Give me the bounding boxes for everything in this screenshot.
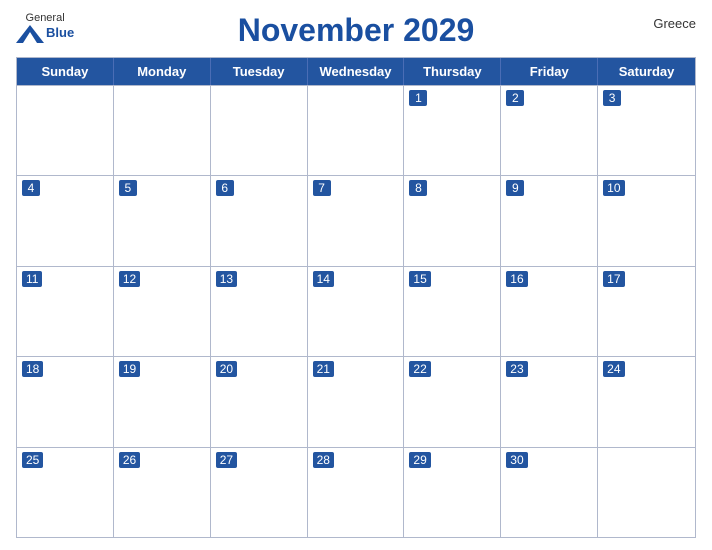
day-cell: 27 xyxy=(211,448,308,537)
calendar: SundayMondayTuesdayWednesdayThursdayFrid… xyxy=(16,57,696,538)
day-number: 7 xyxy=(313,180,331,196)
day-number: 11 xyxy=(22,271,42,287)
header: General Blue November 2029 Greece xyxy=(16,12,696,49)
day-cell xyxy=(17,86,114,175)
day-number: 5 xyxy=(119,180,137,196)
day-cell: 6 xyxy=(211,176,308,265)
day-number: 24 xyxy=(603,361,624,377)
day-cell: 29 xyxy=(404,448,501,537)
day-header-friday: Friday xyxy=(501,58,598,85)
day-number: 28 xyxy=(313,452,334,468)
weeks: 1234567891011121314151617181920212223242… xyxy=(17,85,695,537)
day-cell: 18 xyxy=(17,357,114,446)
day-cell xyxy=(114,86,211,175)
day-number: 3 xyxy=(603,90,621,106)
day-cell: 26 xyxy=(114,448,211,537)
day-number: 6 xyxy=(216,180,234,196)
day-cell: 8 xyxy=(404,176,501,265)
day-number: 27 xyxy=(216,452,237,468)
page: General Blue November 2029 Greece Sunday… xyxy=(0,0,712,550)
day-cell xyxy=(598,448,695,537)
logo-blue: Blue xyxy=(46,26,74,40)
day-cell: 7 xyxy=(308,176,405,265)
week-row-3: 11 12 13 14 15 16 17 xyxy=(17,266,695,356)
day-number: 16 xyxy=(506,271,527,287)
day-cell: 2 xyxy=(501,86,598,175)
day-cell: 1 xyxy=(404,86,501,175)
day-number: 15 xyxy=(409,271,430,287)
day-number: 21 xyxy=(313,361,334,377)
day-number: 4 xyxy=(22,180,40,196)
day-number: 2 xyxy=(506,90,524,106)
day-header-monday: Monday xyxy=(114,58,211,85)
day-cell: 23 xyxy=(501,357,598,446)
day-cell: 3 xyxy=(598,86,695,175)
day-cell: 21 xyxy=(308,357,405,446)
logo-icon xyxy=(16,25,44,43)
day-number: 10 xyxy=(603,180,624,196)
day-cell: 4 xyxy=(17,176,114,265)
day-number: 23 xyxy=(506,361,527,377)
day-number: 9 xyxy=(506,180,524,196)
day-cell: 11 xyxy=(17,267,114,356)
day-number: 30 xyxy=(506,452,527,468)
day-cell: 12 xyxy=(114,267,211,356)
day-number: 8 xyxy=(409,180,427,196)
day-cell: 16 xyxy=(501,267,598,356)
day-cell: 15 xyxy=(404,267,501,356)
day-cell: 10 xyxy=(598,176,695,265)
day-number: 20 xyxy=(216,361,237,377)
day-cell: 19 xyxy=(114,357,211,446)
day-number: 19 xyxy=(119,361,140,377)
day-number: 13 xyxy=(216,271,237,287)
logo-general: General xyxy=(26,12,65,24)
week-row-2: 4 5 6 7 8 9 10 xyxy=(17,175,695,265)
day-number: 14 xyxy=(313,271,334,287)
day-number: 1 xyxy=(409,90,427,106)
day-cell xyxy=(308,86,405,175)
day-number: 17 xyxy=(603,271,624,287)
day-cell: 17 xyxy=(598,267,695,356)
day-cell: 5 xyxy=(114,176,211,265)
month-title: November 2029 xyxy=(238,12,475,49)
day-cell: 22 xyxy=(404,357,501,446)
day-number: 29 xyxy=(409,452,430,468)
day-number: 22 xyxy=(409,361,430,377)
week-row-5: 25 26 27 28 29 30 xyxy=(17,447,695,537)
logo: General Blue xyxy=(16,12,74,43)
day-cell: 9 xyxy=(501,176,598,265)
day-number: 26 xyxy=(119,452,140,468)
day-header-tuesday: Tuesday xyxy=(211,58,308,85)
day-cell: 14 xyxy=(308,267,405,356)
day-cell: 28 xyxy=(308,448,405,537)
day-cell: 24 xyxy=(598,357,695,446)
country-label: Greece xyxy=(653,16,696,31)
day-cell: 13 xyxy=(211,267,308,356)
day-number: 12 xyxy=(119,271,140,287)
day-cell: 30 xyxy=(501,448,598,537)
day-cell xyxy=(211,86,308,175)
day-headers: SundayMondayTuesdayWednesdayThursdayFrid… xyxy=(17,58,695,85)
day-number: 25 xyxy=(22,452,43,468)
day-number: 18 xyxy=(22,361,43,377)
week-row-4: 18 19 20 21 22 23 24 xyxy=(17,356,695,446)
day-cell: 25 xyxy=(17,448,114,537)
day-cell: 20 xyxy=(211,357,308,446)
day-header-wednesday: Wednesday xyxy=(308,58,405,85)
day-header-saturday: Saturday xyxy=(598,58,695,85)
day-header-sunday: Sunday xyxy=(17,58,114,85)
week-row-1: 1 2 3 xyxy=(17,85,695,175)
day-header-thursday: Thursday xyxy=(404,58,501,85)
